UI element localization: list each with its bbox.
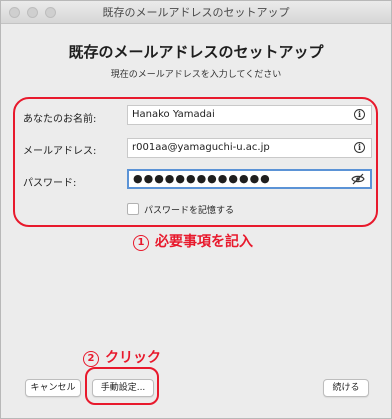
manual-config-button[interactable]: 手動設定... xyxy=(92,379,154,397)
eye-slash-icon[interactable] xyxy=(351,173,365,185)
annotation-step1-text: 必要事項を記入 xyxy=(155,234,253,250)
cancel-button[interactable]: キャンセル xyxy=(25,379,81,397)
info-icon[interactable]: i xyxy=(354,142,365,153)
name-field[interactable]: Hanako Yamadai i xyxy=(127,105,372,125)
name-value: Hanako Yamadai xyxy=(132,109,215,120)
email-label: メールアドレス: xyxy=(23,146,97,157)
password-label: パスワード: xyxy=(23,178,77,189)
password-field[interactable]: ●●●●●●●●●●●●● xyxy=(127,169,372,189)
annotation-step1: 1 必要事項を記入 xyxy=(133,231,253,251)
remember-password-label: パスワードを記憶する xyxy=(144,206,235,216)
email-field[interactable]: r001aa@yamaguchi-u.ac.jp i xyxy=(127,138,372,158)
title-bar: 既存のメールアドレスのセットアップ xyxy=(1,1,391,24)
annotation-step2: 2 クリック xyxy=(83,347,161,367)
continue-button[interactable]: 続ける xyxy=(323,379,369,397)
email-value: r001aa@yamaguchi-u.ac.jp xyxy=(132,142,270,153)
password-value: ●●●●●●●●●●●●● xyxy=(133,172,271,185)
page-title: 既存のメールアドレスのセットアップ xyxy=(68,43,324,61)
annotation-step1-number: 1 xyxy=(133,235,149,251)
setup-dialog-window: 既存のメールアドレスのセットアップ 既存のメールアドレスのセットアップ 現在のメ… xyxy=(0,0,392,419)
remember-password-checkbox[interactable] xyxy=(127,203,139,215)
name-label: あなたのお名前: xyxy=(23,114,97,125)
window-title: 既存のメールアドレスのセットアップ xyxy=(102,6,290,19)
page-subtitle: 現在のメールアドレスを入力してください xyxy=(110,70,282,80)
annotation-step2-text: クリック xyxy=(105,350,161,366)
info-icon[interactable]: i xyxy=(354,109,365,120)
annotation-step2-number: 2 xyxy=(83,351,99,367)
